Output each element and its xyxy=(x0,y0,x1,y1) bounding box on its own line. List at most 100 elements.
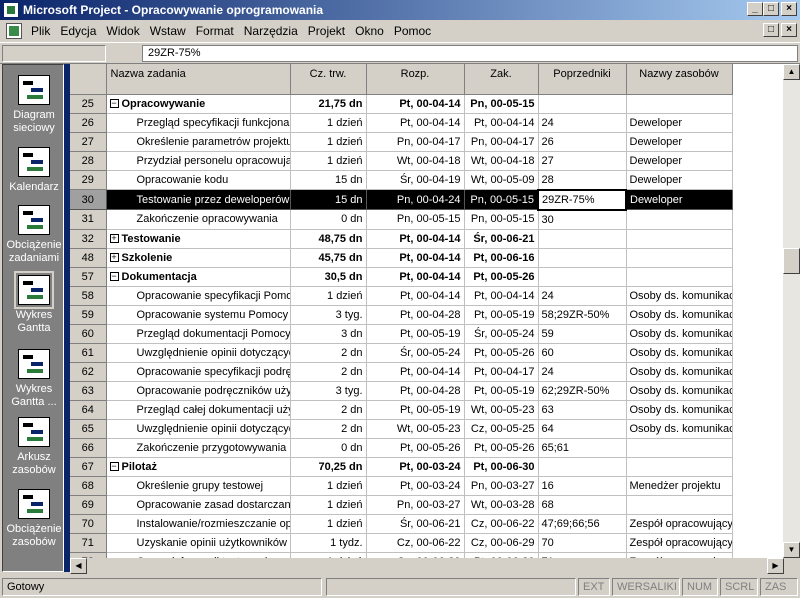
start-cell[interactable]: Pt, 00-05-19 xyxy=(366,400,465,420)
header-predecessors[interactable]: Poprzedniki xyxy=(538,64,627,95)
start-cell[interactable]: Pt, 00-04-14 xyxy=(366,248,465,268)
maximize-button[interactable]: □ xyxy=(763,2,779,16)
start-cell[interactable]: Pn, 00-04-17 xyxy=(366,132,465,152)
task-name-cell[interactable]: − Opracowywanie xyxy=(106,94,291,114)
menu-format[interactable]: Format xyxy=(191,21,239,41)
start-cell[interactable]: Wt, 00-05-23 xyxy=(366,419,465,439)
table-row[interactable]: 71 Uzyskanie opinii użytkowników 1 tydz. Cz… xyxy=(70,533,733,553)
resources-cell[interactable] xyxy=(626,457,733,477)
task-name-cell[interactable]: Opracowanie zasad dostarczania xyxy=(106,495,291,515)
header-duration[interactable]: Cz. trw. xyxy=(290,64,367,95)
start-cell[interactable]: Pt, 00-04-14 xyxy=(366,286,465,306)
finish-cell[interactable]: Pn, 00-05-15 xyxy=(464,209,539,230)
task-name-cell[interactable]: Opracowanie specyfikacji Pomocy xyxy=(106,286,291,306)
duration-cell[interactable]: 0 dn xyxy=(290,438,367,458)
start-cell[interactable]: Pt, 00-04-14 xyxy=(366,267,465,287)
predecessors-cell[interactable] xyxy=(538,94,627,114)
duration-cell[interactable]: 1 dzień xyxy=(290,476,367,496)
row-id-cell[interactable]: 30 xyxy=(70,189,107,210)
start-cell[interactable]: Pn, 00-05-15 xyxy=(366,209,465,230)
collapse-icon[interactable]: − xyxy=(109,99,119,109)
task-name-cell[interactable]: Przegląd dokumentacji Pomocy xyxy=(106,324,291,344)
view-gantt-chart[interactable]: Wykres Gantta xyxy=(3,271,63,335)
finish-cell[interactable]: Śr, 00-06-21 xyxy=(464,229,539,249)
row-id-cell[interactable]: 68 xyxy=(70,476,107,496)
predecessors-cell[interactable]: 58;29ZR-50% xyxy=(538,305,627,325)
finish-cell[interactable]: Cz, 00-06-29 xyxy=(464,533,539,553)
task-name-cell[interactable]: − Pilotaż xyxy=(106,457,291,477)
table-row[interactable]: 69 Opracowanie zasad dostarczania 1 dzień P… xyxy=(70,495,733,515)
task-name-cell[interactable]: Opracowanie podręczników użytkownika xyxy=(106,381,291,401)
resources-cell[interactable] xyxy=(626,438,733,458)
resources-cell[interactable] xyxy=(626,495,733,515)
task-name-cell[interactable]: Określenie grupy testowej xyxy=(106,476,291,496)
predecessors-cell[interactable]: 68 xyxy=(538,495,627,515)
view-resource-usage[interactable]: Obciążenie zasobów xyxy=(3,489,63,549)
row-id-cell[interactable]: 66 xyxy=(70,438,107,458)
table-row[interactable]: 32 + Testowanie 48,75 dn Pt, 00-04-14 Śr, 00-… xyxy=(70,229,733,249)
view-calendar[interactable]: Kalendarz xyxy=(3,147,63,194)
predecessors-cell[interactable]: 29ZR-75% xyxy=(537,188,627,211)
predecessors-cell[interactable]: 64 xyxy=(538,419,627,439)
predecessors-cell[interactable]: 26 xyxy=(538,132,627,152)
duration-cell[interactable]: 1 tydz. xyxy=(290,533,367,553)
close-button[interactable]: × xyxy=(781,2,797,16)
predecessors-cell[interactable]: 24 xyxy=(538,286,627,306)
resources-cell[interactable]: Deweloper xyxy=(626,113,733,133)
project-app-icon[interactable] xyxy=(3,2,19,18)
row-id-cell[interactable]: 69 xyxy=(70,495,107,515)
resources-cell[interactable]: Deweloper xyxy=(626,132,733,152)
task-name-cell[interactable]: Przegląd specyfikacji funkcjonalnych xyxy=(106,113,291,133)
start-cell[interactable]: Pt, 00-03-24 xyxy=(366,476,465,496)
duration-cell[interactable]: 1 dzień xyxy=(290,495,367,515)
finish-cell[interactable]: Cz, 00-06-22 xyxy=(464,514,539,534)
row-id-cell[interactable]: 27 xyxy=(70,132,107,152)
table-row[interactable]: 27 Określenie parametrów projektu 1 dzień P… xyxy=(70,132,733,152)
collapse-icon[interactable]: − xyxy=(109,462,119,472)
finish-cell[interactable]: Pn, 00-04-17 xyxy=(464,132,539,152)
finish-cell[interactable]: Pt, 00-06-30 xyxy=(464,457,539,477)
row-id-cell[interactable]: 62 xyxy=(70,362,107,382)
duration-cell[interactable]: 2 dn xyxy=(290,419,367,439)
vertical-scrollbar[interactable]: ▲ ▼ xyxy=(783,64,800,558)
table-row[interactable]: 57− Dokumentacja 30,5 dn Pt, 00-04-14 Pt, 00… xyxy=(70,267,733,287)
finish-cell[interactable]: Pt, 00-05-19 xyxy=(464,381,539,401)
duration-cell[interactable]: 30,5 dn xyxy=(290,267,367,287)
row-id-cell[interactable]: 58 xyxy=(70,286,107,306)
duration-cell[interactable]: 21,75 dn xyxy=(290,94,367,114)
finish-cell[interactable]: Cz, 00-05-25 xyxy=(464,419,539,439)
table-row[interactable]: 28 Przydział personelu opracowującego1 dz… xyxy=(70,151,733,171)
predecessors-cell[interactable]: 24 xyxy=(538,113,627,133)
start-cell[interactable]: Pt, 00-04-14 xyxy=(366,362,465,382)
start-cell[interactable]: Śr, 00-06-21 xyxy=(366,514,465,534)
start-cell[interactable]: Pn, 00-04-24 xyxy=(366,189,465,210)
minimize-button[interactable]: _ xyxy=(747,2,763,16)
table-row[interactable]: 60 Przegląd dokumentacji Pomocy 3 dn Pt, 00… xyxy=(70,324,733,344)
table-row[interactable]: 48 + Szkolenie 45,75 dn Pt, 00-04-14 Pt, 00-0… xyxy=(70,248,733,268)
table-row[interactable]: 70 Instalowanie/rozmieszczanie oprogramow… xyxy=(70,514,733,534)
menu-pomoc[interactable]: Pomoc xyxy=(389,21,436,41)
resources-cell[interactable] xyxy=(626,209,733,230)
task-name-cell[interactable]: Zakończenie przygotowywania xyxy=(106,438,291,458)
finish-cell[interactable]: Wt, 00-04-18 xyxy=(464,151,539,171)
task-name-cell[interactable]: Przegląd całej dokumentacji użytkownika xyxy=(106,400,291,420)
start-cell[interactable]: Pt, 00-04-14 xyxy=(366,94,465,114)
row-id-cell[interactable]: 70 xyxy=(70,514,107,534)
finish-cell[interactable]: Pt, 00-04-14 xyxy=(464,286,539,306)
table-row[interactable]: 31 Zakończenie opracowywania 0 dn Pn, 00-05… xyxy=(70,209,733,230)
vertical-scroll-thumb[interactable] xyxy=(783,248,800,274)
duration-cell[interactable]: 1 dzień xyxy=(290,151,367,171)
expand-icon[interactable]: + xyxy=(109,234,119,244)
start-cell[interactable]: Pt, 00-05-19 xyxy=(366,324,465,344)
start-cell[interactable]: Wt, 00-04-18 xyxy=(366,151,465,171)
view-network-diagram[interactable]: Diagram sieciowy xyxy=(3,75,63,135)
horizontal-scrollbar[interactable]: ◀ ▶ xyxy=(70,558,784,574)
predecessors-cell[interactable]: 27 xyxy=(538,151,627,171)
duration-cell[interactable]: 1 dzień xyxy=(290,514,367,534)
row-id-cell[interactable]: 63 xyxy=(70,381,107,401)
predecessors-cell[interactable]: 16 xyxy=(538,476,627,496)
table-row[interactable]: 65 Uwzględnienie opinii dotyczących 2 dn Wt… xyxy=(70,419,733,439)
menu-wstaw[interactable]: Wstaw xyxy=(145,21,191,41)
duration-cell[interactable]: 3 tyg. xyxy=(290,381,367,401)
row-id-cell[interactable]: 64 xyxy=(70,400,107,420)
